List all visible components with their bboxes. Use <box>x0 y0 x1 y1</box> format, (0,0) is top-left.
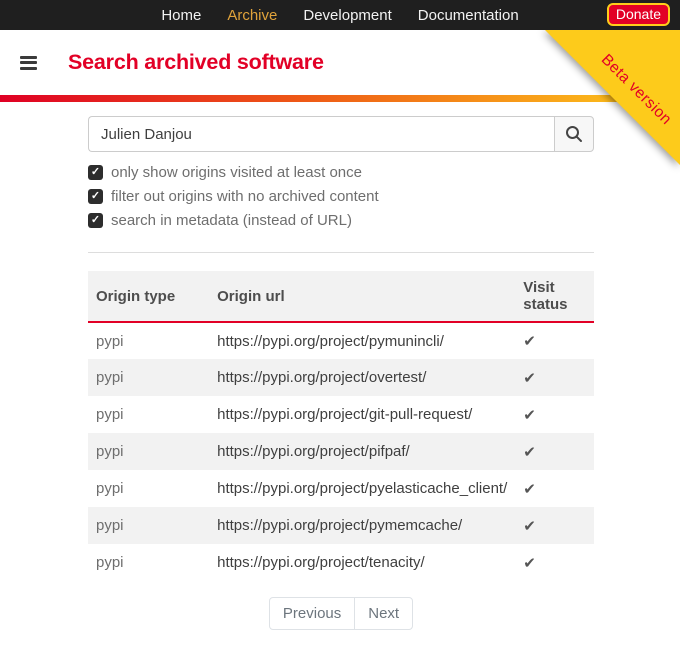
check-icon <box>523 518 536 535</box>
top-navbar: Home Archive Development Documentation D… <box>0 0 680 30</box>
search-results-table: Origin type Origin url Visit status pypi… <box>88 271 594 581</box>
table-row: pypi https://pypi.org/project/overtest/ <box>88 359 594 396</box>
check-icon <box>523 407 536 424</box>
nav-link-documentation[interactable]: Documentation <box>418 7 519 24</box>
previous-page-button[interactable]: Previous <box>269 597 355 630</box>
hamburger-menu-icon[interactable] <box>20 56 38 70</box>
table-header-row: Origin type Origin url Visit status <box>88 271 594 322</box>
origin-type-cell: pypi <box>88 470 209 507</box>
origin-url-cell[interactable]: https://pypi.org/project/pymunincli/ <box>209 322 515 359</box>
table-row: pypi https://pypi.org/project/pymunincli… <box>88 322 594 359</box>
origin-type-cell: pypi <box>88 507 209 544</box>
table-row: pypi https://pypi.org/project/pifpaf/ <box>88 433 594 470</box>
table-row: pypi https://pypi.org/project/pymemcache… <box>88 507 594 544</box>
table-row: pypi https://pypi.org/project/git-pull-r… <box>88 396 594 433</box>
brand-gradient-bar <box>0 95 680 102</box>
origin-type-cell: pypi <box>88 433 209 470</box>
search-bar <box>88 116 594 152</box>
hamburger-bar <box>20 61 37 64</box>
origin-url-cell[interactable]: https://pypi.org/project/pyelasticache_c… <box>209 470 515 507</box>
check-icon <box>523 481 536 498</box>
origin-type-cell: pypi <box>88 359 209 396</box>
check-icon <box>523 444 536 461</box>
search-input[interactable] <box>88 116 554 152</box>
page-title: Search archived software <box>68 50 324 75</box>
column-header-origin-url: Origin url <box>209 271 515 322</box>
checkbox-icon[interactable] <box>88 213 103 228</box>
hamburger-bar <box>20 56 37 59</box>
check-icon <box>523 333 536 350</box>
magnifier-icon <box>565 125 583 143</box>
table-row: pypi https://pypi.org/project/tenacity/ <box>88 544 594 581</box>
section-divider <box>88 252 594 253</box>
origin-url-cell[interactable]: https://pypi.org/project/pymemcache/ <box>209 507 515 544</box>
column-header-origin-type: Origin type <box>88 271 209 322</box>
filter-label: only show origins visited at least once <box>111 164 362 181</box>
donate-button[interactable]: Donate <box>607 3 670 26</box>
checkbox-icon[interactable] <box>88 165 103 180</box>
filter-label: filter out origins with no archived cont… <box>111 188 379 205</box>
nav-link-development[interactable]: Development <box>303 7 391 24</box>
page-header: Search archived software <box>0 30 680 95</box>
origin-type-cell: pypi <box>88 322 209 359</box>
next-page-button[interactable]: Next <box>354 597 413 630</box>
search-filters: only show origins visited at least once … <box>88 160 594 232</box>
table-row: pypi https://pypi.org/project/pyelastica… <box>88 470 594 507</box>
hamburger-bar <box>20 67 37 70</box>
nav-link-home[interactable]: Home <box>161 7 201 24</box>
origin-url-cell[interactable]: https://pypi.org/project/git-pull-reques… <box>209 396 515 433</box>
filter-archived-content[interactable]: filter out origins with no archived cont… <box>88 184 594 208</box>
origin-type-cell: pypi <box>88 396 209 433</box>
pagination: Previous Next <box>88 597 594 630</box>
check-icon <box>523 370 536 387</box>
search-button[interactable] <box>554 116 594 152</box>
origin-type-cell: pypi <box>88 544 209 581</box>
check-icon <box>523 555 536 572</box>
filter-visited-origins[interactable]: only show origins visited at least once <box>88 160 594 184</box>
column-header-visit-status: Visit status <box>515 271 594 322</box>
nav-link-archive[interactable]: Archive <box>227 7 277 24</box>
checkbox-icon[interactable] <box>88 189 103 204</box>
search-page-content: only show origins visited at least once … <box>88 116 594 630</box>
origin-url-cell[interactable]: https://pypi.org/project/tenacity/ <box>209 544 515 581</box>
filter-label: search in metadata (instead of URL) <box>111 212 352 229</box>
origin-url-cell[interactable]: https://pypi.org/project/overtest/ <box>209 359 515 396</box>
origin-url-cell[interactable]: https://pypi.org/project/pifpaf/ <box>209 433 515 470</box>
filter-search-metadata[interactable]: search in metadata (instead of URL) <box>88 208 594 232</box>
